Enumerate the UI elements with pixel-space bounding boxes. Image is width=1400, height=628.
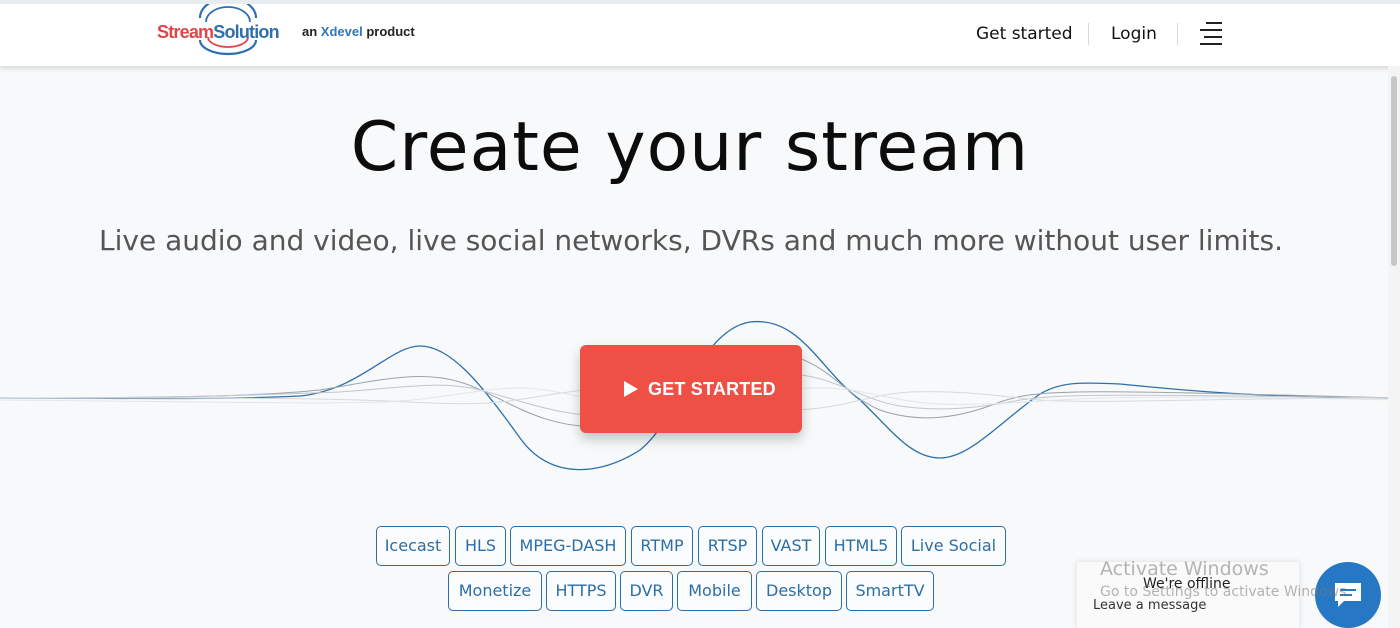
tagline-brand[interactable]: Xdevel	[321, 24, 363, 39]
tag-rtsp[interactable]: RTSP	[698, 526, 757, 566]
tagline: an Xdevel product	[302, 24, 415, 39]
play-icon	[624, 381, 638, 397]
tag-vast[interactable]: VAST	[762, 526, 820, 566]
logo-text: StreamSolution	[157, 22, 280, 43]
tag-dvr[interactable]: DVR	[620, 571, 673, 611]
nav-divider	[1088, 23, 1089, 45]
site-header: StreamSolution an Xdevel product Get sta…	[0, 0, 1400, 66]
chat-bubble-icon	[1335, 583, 1361, 607]
chat-offline-panel[interactable]: We're offline Leave a message	[1077, 562, 1299, 628]
tag-https[interactable]: HTTPS	[546, 571, 616, 611]
nav-get-started-link[interactable]: Get started	[976, 24, 1073, 44]
scrollbar-thumb[interactable]	[1391, 76, 1397, 266]
nav-divider	[1177, 23, 1178, 45]
hero-subtitle: Live audio and video, live social networ…	[99, 224, 1283, 257]
tag-smarttv[interactable]: SmartTV	[846, 571, 934, 611]
tag-desktop[interactable]: Desktop	[756, 571, 842, 611]
tag-live-social[interactable]: Live Social	[901, 526, 1006, 566]
tag-icecast[interactable]: Icecast	[376, 526, 450, 566]
tag-hls[interactable]: HLS	[455, 526, 506, 566]
nav-login-link[interactable]: Login	[1111, 24, 1157, 44]
logo-text-stream: Stream	[157, 22, 214, 42]
tag-rtmp[interactable]: RTMP	[631, 526, 693, 566]
hamburger-menu-icon[interactable]	[1198, 20, 1226, 46]
hero-title: Create your stream	[350, 108, 1030, 187]
tag-monetize[interactable]: Monetize	[448, 571, 542, 611]
tag-html5[interactable]: HTML5	[825, 526, 897, 566]
tagline-suffix: product	[366, 24, 415, 39]
logo-text-solution: Solution	[213, 22, 279, 42]
page: StreamSolution an Xdevel product Get sta…	[0, 0, 1400, 628]
tag-mobile[interactable]: Mobile	[677, 571, 752, 611]
chat-leave-message[interactable]: Leave a message	[1093, 598, 1206, 613]
tag-mpeg-dash[interactable]: MPEG-DASH	[510, 526, 626, 566]
streamsolution-logo[interactable]: StreamSolution	[152, 4, 288, 56]
get-started-button[interactable]: GET STARTED	[580, 345, 802, 433]
get-started-button-label: GET STARTED	[648, 379, 776, 399]
chat-open-button[interactable]	[1315, 562, 1381, 628]
tagline-prefix: an	[302, 24, 318, 39]
chat-status-title: We're offline	[1143, 576, 1231, 592]
page-scrollbar[interactable]	[1388, 66, 1400, 628]
